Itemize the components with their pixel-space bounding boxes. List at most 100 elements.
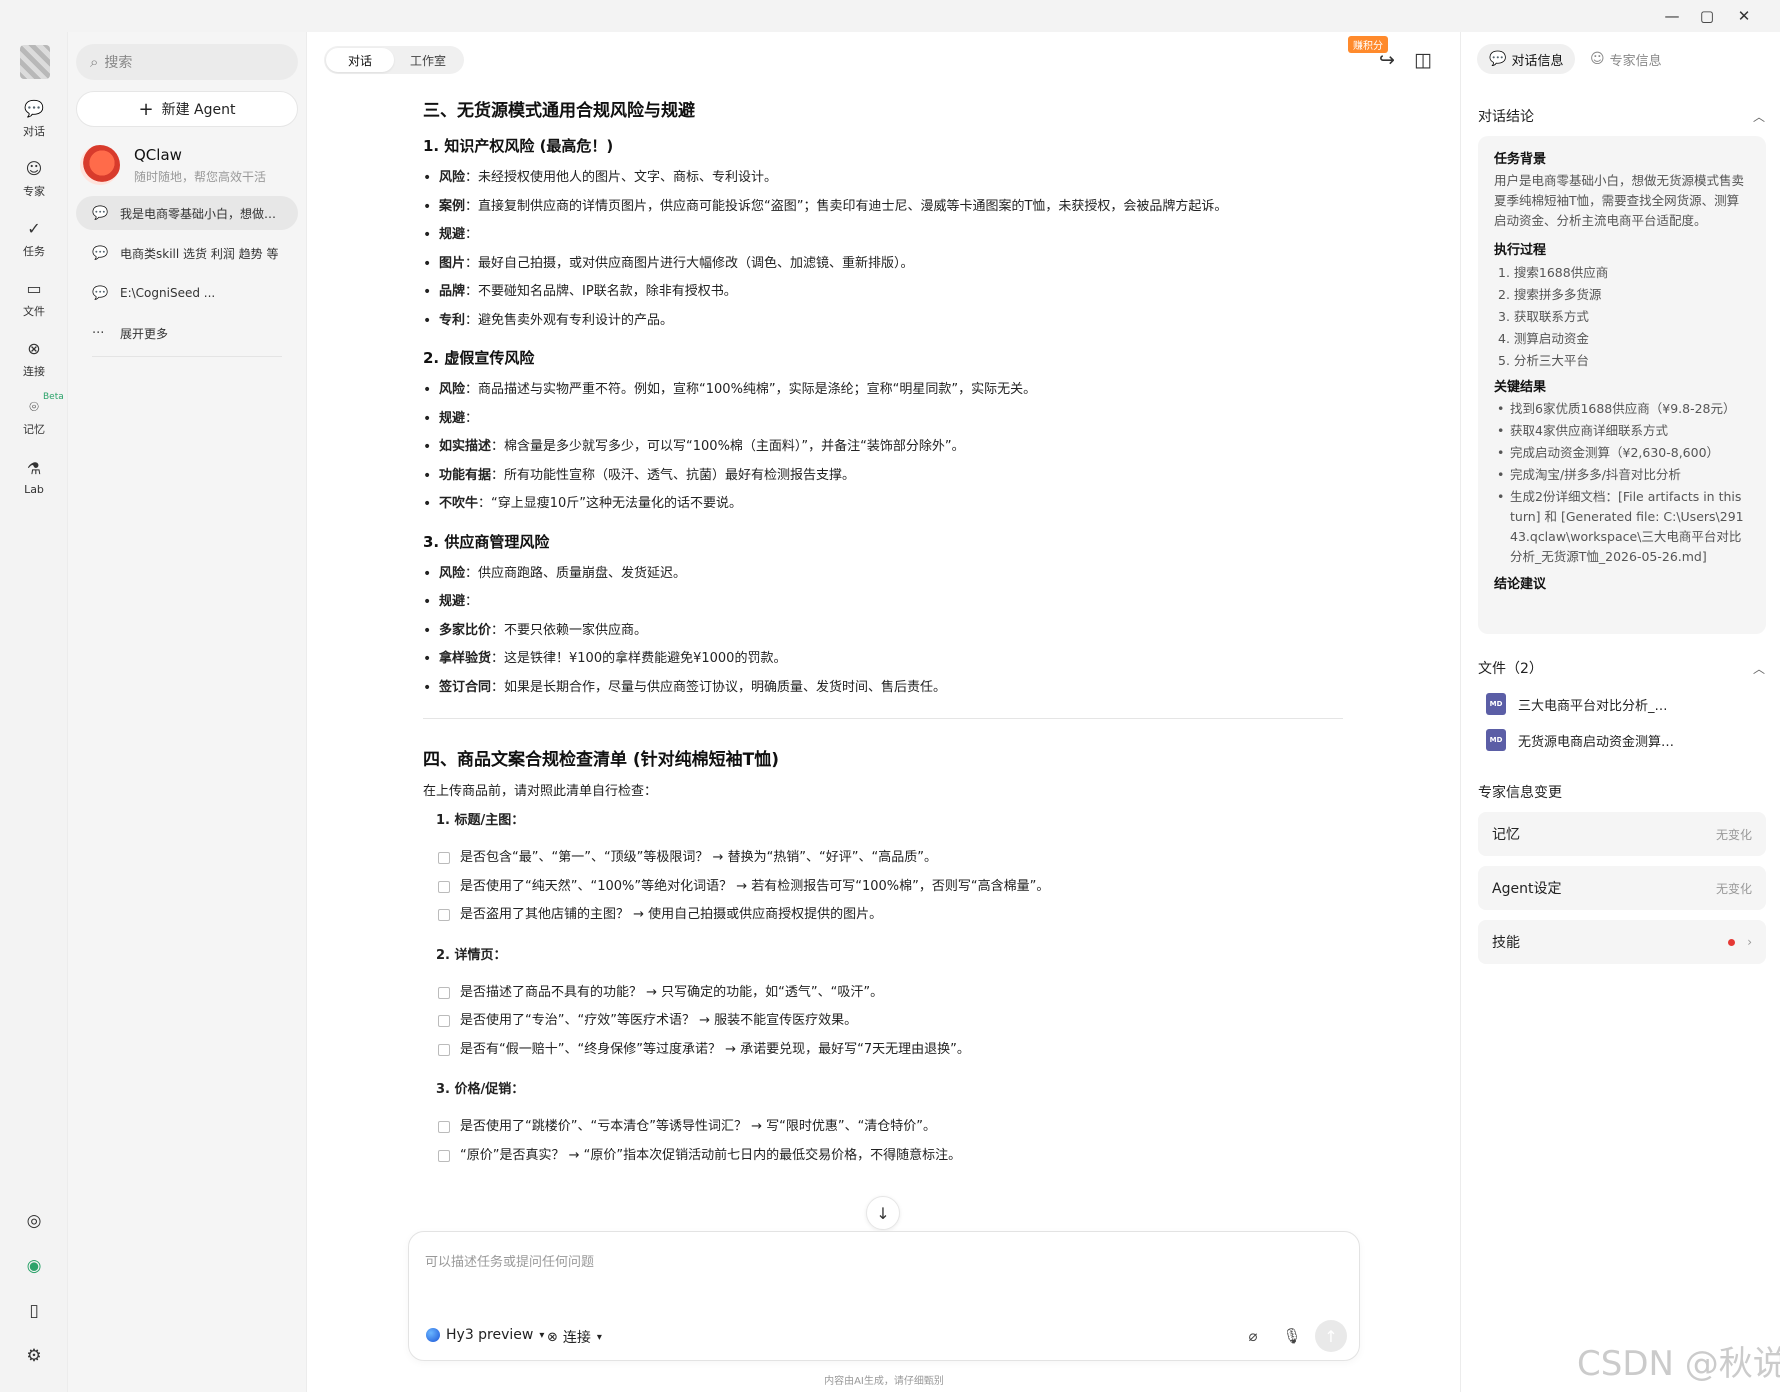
checklist-item[interactable]: 是否使用了“跳楼价”、“亏本清仓”等诱导性词汇？ → 写“限时优惠”、“清仓特价…	[423, 1113, 1343, 1142]
agent-setting-change-card[interactable]: Agent设定 无变化	[1478, 866, 1766, 910]
close-window-button[interactable]: ✕	[1727, 4, 1761, 28]
minimize-button[interactable]: —	[1655, 4, 1689, 28]
checklist-text: 是否描述了商品不具有的功能？ → 只写确定的功能，如“透气”、“吸汗”。	[460, 984, 884, 1000]
conversation-item[interactable]: 💬 电商类skill 选货 利润 趋势 等	[76, 236, 298, 270]
item-value: ：避免售卖外观有专利设计的产品。	[465, 312, 674, 328]
checkbox[interactable]	[438, 1015, 450, 1028]
microphone-icon[interactable]: 🎙	[1281, 1325, 1303, 1347]
item-key: 风险	[439, 170, 466, 185]
tab-studio[interactable]: 工作室	[394, 48, 462, 72]
expert-changes-title: 专家信息变更	[1478, 785, 1562, 801]
tab-expert-info[interactable]: ☺ 专家信息	[1578, 44, 1674, 74]
checklist-group: 1. 标题/主图： 是否包含“最”、“第一”、“顶级”等极限词？ → 替换为“热…	[423, 809, 1343, 930]
sidebar: ⌕ 搜索 + 新建 Agent QClaw 随时随地，帮您高效干活 💬 我是电商…	[68, 32, 307, 1392]
rail-item-lab[interactable]: ⚗ Lab	[0, 458, 68, 496]
card-status: 无变化	[1715, 827, 1752, 842]
tab-chat[interactable]: 对话	[326, 48, 394, 72]
chevron-up-icon[interactable]: ︿	[1753, 660, 1765, 677]
rail-item-task[interactable]: ✓ 任务	[0, 218, 68, 259]
result-item: 获取4家供应商详细联系方式	[1494, 421, 1750, 441]
send-button[interactable]: ↑	[1315, 1320, 1347, 1352]
checkbox[interactable]	[438, 986, 450, 999]
checkbox[interactable]	[438, 909, 450, 922]
checkbox[interactable]	[438, 1149, 450, 1162]
checkbox[interactable]	[438, 852, 450, 865]
list-item: 图片：最好自己拍摄，或对供应商图片进行大幅修改（调色、加滤镜、重新排版）。	[423, 250, 1343, 279]
show-more-button[interactable]: ··· 展开更多	[76, 316, 298, 350]
list-item: 专利：避免售卖外观有专利设计的产品。	[423, 307, 1343, 336]
new-agent-button[interactable]: + 新建 Agent	[76, 91, 298, 127]
process-step: 2. 搜索拼多多货源	[1498, 287, 1602, 302]
checklist-heading: 1. 标题/主图：	[436, 813, 525, 828]
list-item: 规避：	[423, 588, 1343, 617]
checklist-text: 是否盗用了其他店铺的主图？ → 使用自己拍摄或供应商授权提供的图片。	[460, 907, 883, 922]
chevron-up-icon[interactable]: ︿	[1753, 108, 1765, 125]
checklist-item[interactable]: 是否描述了商品不具有的功能？ → 只写确定的功能，如“透气”、“吸汗”。	[423, 979, 1343, 1008]
memory-change-card[interactable]: 记忆 无变化	[1478, 812, 1766, 856]
checklist-item[interactable]: 是否有“假一赔十”、“终身保修”等过度承诺？ → 承诺要兑现，最好写“7天无理由…	[423, 1036, 1343, 1065]
checklist-item[interactable]: 是否使用了“纯天然”、“100%”等绝对化词语？ → 若有检测报告可写“100%…	[423, 873, 1343, 902]
markdown-file-icon: MD	[1486, 729, 1506, 751]
list-item: 如实描述：棉含量是多少就写多少，可以写“100%棉（主面料）”，并备注“装饰部分…	[423, 433, 1343, 462]
subsection-heading: 3. 供应商管理风险	[423, 532, 550, 551]
settings-gear-icon[interactable]: ⚙	[22, 1344, 46, 1368]
card-label: 技能	[1492, 935, 1520, 951]
rail-item-files[interactable]: ▭ 文件	[0, 278, 68, 319]
search-input[interactable]: ⌕ 搜索	[76, 44, 298, 80]
conversation-item[interactable]: 💬 我是电商零基础小白，想做…	[76, 196, 298, 230]
model-selector[interactable]: Hy3 preview ▾	[426, 1327, 544, 1343]
list-item: 品牌：不要碰知名品牌、IP联名款，除非有授权书。	[423, 278, 1343, 307]
item-value: ：直接复制供应商的详情页图片，供应商可能投诉您“盗图”；售卖印有迪士尼、漫威等卡…	[465, 198, 1228, 214]
item-value: ：供应商跑路、质量崩盘、发货延迟。	[465, 565, 687, 581]
checklist-text: 是否使用了“专治”、“疗效”等医疗术语？ → 服装不能宣传医疗效果。	[460, 1013, 858, 1028]
maximize-button[interactable]: ▢	[1690, 4, 1724, 28]
process-step: 3. 获取联系方式	[1498, 309, 1589, 324]
rail-item-expert[interactable]: ☺ 专家	[0, 158, 68, 199]
arrow-down-icon: ↓	[876, 1203, 890, 1223]
plus-icon: +	[138, 98, 154, 120]
result-text: 找到6家优质1688供应商（¥9.8-28元）	[1510, 401, 1736, 416]
credits-icon[interactable]: ◉	[22, 1254, 46, 1278]
agent-qclaw[interactable]: QClaw 随时随地，帮您高效干活	[80, 142, 300, 190]
rail-label-expert: 专家	[23, 185, 45, 198]
skills-change-card[interactable]: 技能 ›	[1478, 920, 1766, 964]
mobile-icon[interactable]: ▯	[22, 1299, 46, 1323]
file-item[interactable]: MD 无货源电商启动资金测算…	[1486, 728, 1674, 752]
checklist-item[interactable]: 是否盗用了其他店铺的主图？ → 使用自己拍摄或供应商授权提供的图片。	[423, 901, 1343, 930]
share-icon[interactable]: ↪	[1374, 47, 1400, 73]
file-item[interactable]: MD 三大电商平台对比分析_…	[1486, 692, 1668, 716]
item-value: ：未经授权使用他人的图片、文字、商标、专利设计。	[465, 170, 778, 185]
list-item: 签订合同：如果是长期合作，尽量与供应商签订协议，明确质量、发货时间、售后责任。	[423, 674, 1343, 703]
item-key: 如实描述	[439, 439, 492, 454]
process-step: 4. 测算启动资金	[1498, 331, 1589, 346]
list-item: 风险：供应商跑路、质量崩盘、发货延迟。	[423, 560, 1343, 589]
checklist-item[interactable]: 是否包含“最”、“第一”、“顶级”等极限词？ → 替换为“热销”、“好评”、“高…	[423, 844, 1343, 873]
checkbox[interactable]	[438, 1121, 450, 1134]
checkbox[interactable]	[438, 880, 450, 893]
message-composer[interactable]: 可以描述任务或提问任何问题 Hy3 preview ▾ ⊗ 连接 ▾ ⌀ 🎙 ↑	[408, 1231, 1360, 1361]
rail-item-memory[interactable]: Beta ⌾ 记忆	[0, 392, 68, 437]
connect-selector[interactable]: ⊗ 连接 ▾	[547, 1327, 602, 1347]
checklist-item[interactable]: 是否使用了“专治”、“疗效”等医疗术语？ → 服装不能宣传医疗效果。	[423, 1007, 1343, 1036]
user-avatar[interactable]	[20, 45, 50, 79]
main-panel: 对话 工作室 赚积分 ↪ ◫ 三、无货源模式通用合规风险与规避 1. 知识产权风…	[308, 32, 1460, 1392]
panel-toggle-icon[interactable]: ◫	[1410, 47, 1436, 73]
result-text: 获取4家供应商详细联系方式	[1510, 423, 1668, 438]
checklist-text: 是否使用了“跳楼价”、“亏本清仓”等诱导性词汇？ → 写“限时优惠”、“清仓特价…	[460, 1119, 937, 1134]
card-label: 记忆	[1492, 827, 1520, 843]
agent-subtitle: 随时随地，帮您高效干活	[134, 170, 267, 184]
checkbox[interactable]	[438, 1043, 450, 1056]
chat-bubble-icon: 💬	[24, 99, 44, 118]
checklist-item[interactable]: “原价”是否真实？ → “原价”指本次促销活动前七日内的最低交易价格，不得随意标…	[423, 1142, 1343, 1171]
notification-dot	[1728, 938, 1736, 946]
item-value: ：最好自己拍摄，或对供应商图片进行大幅修改（调色、加滤镜、重新排版）。	[465, 255, 914, 271]
scroll-to-bottom-button[interactable]: ↓	[866, 1196, 900, 1230]
files-title: 文件（2）	[1478, 661, 1543, 677]
compass-icon[interactable]: ◎	[22, 1209, 46, 1233]
attachment-icon[interactable]: ⌀	[1242, 1325, 1264, 1347]
rail-item-connect[interactable]: ⊗ 连接	[0, 338, 68, 379]
rail-item-chat[interactable]: 💬 对话	[0, 98, 68, 139]
checklist-heading: 3. 价格/促销：	[436, 1082, 525, 1097]
tab-conversation-info[interactable]: 💬 对话信息	[1477, 44, 1576, 74]
conversation-item[interactable]: 💬 E:\CogniSeed ...	[76, 276, 298, 310]
